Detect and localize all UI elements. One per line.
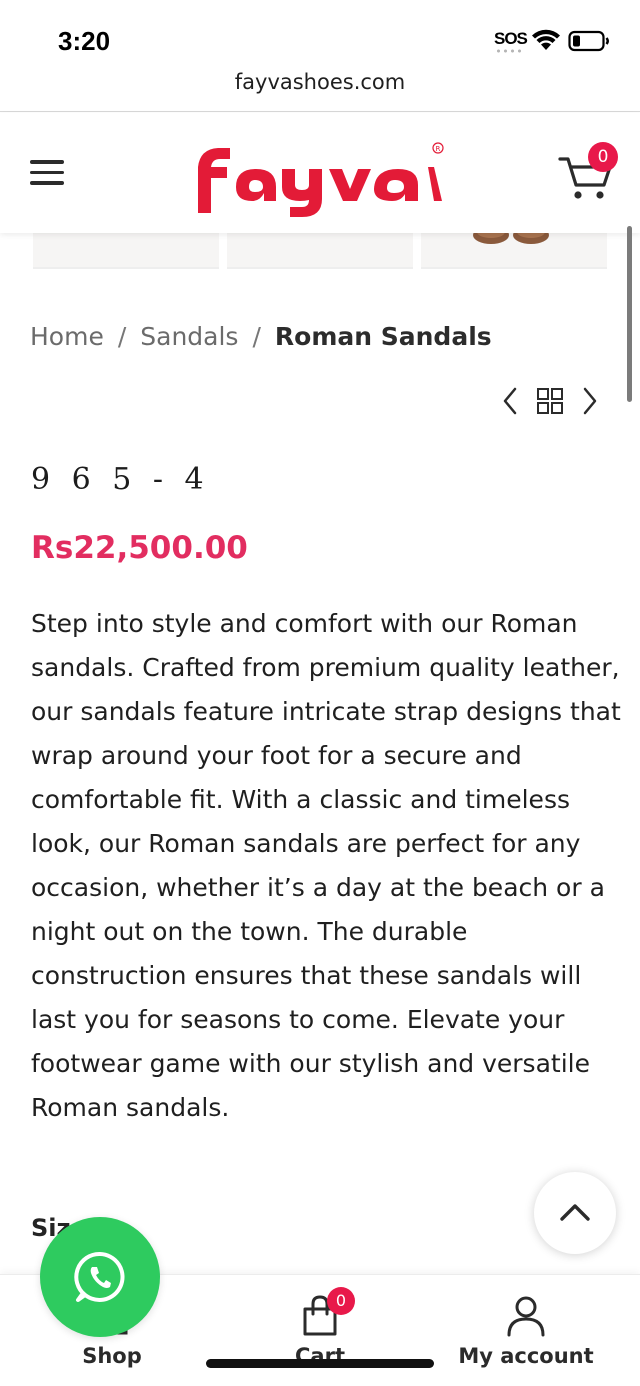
svg-text:R: R xyxy=(436,145,441,153)
battery-icon xyxy=(568,30,609,52)
fayva-logo[interactable]: R xyxy=(192,137,452,217)
address-bar[interactable]: fayvashoes.com xyxy=(0,68,640,112)
bottom-nav-cart[interactable]: 0 Cart xyxy=(220,1275,420,1386)
status-bar: 3:20 SOS xyxy=(0,0,640,70)
product-description: Step into style and comfort with our Rom… xyxy=(31,609,621,1122)
breadcrumb: Home / Sandals / Roman Sandals xyxy=(30,320,492,360)
whatsapp-button[interactable] xyxy=(40,1217,160,1337)
bottom-nav-account-label: My account xyxy=(458,1344,594,1368)
breadcrumb-separator: / xyxy=(117,321,127,351)
home-indicator xyxy=(206,1359,434,1368)
user-icon xyxy=(507,1296,545,1337)
site-header: R xyxy=(0,113,640,233)
breadcrumb-sandals[interactable]: Sandals xyxy=(140,322,238,351)
chevron-up-icon xyxy=(560,1204,590,1221)
product-title: 9 6 5 - 4 xyxy=(31,462,210,497)
breadcrumb-current: Roman Sandals xyxy=(274,321,492,351)
status-sos: SOS xyxy=(494,29,528,48)
status-time: 3:20 xyxy=(58,26,111,56)
previous-product-icon[interactable] xyxy=(500,384,520,418)
wifi-icon xyxy=(532,29,560,50)
breadcrumb-separator: / xyxy=(252,321,261,351)
scrollbar[interactable] xyxy=(627,226,632,402)
scroll-to-top-button[interactable] xyxy=(534,1172,616,1254)
product-price: Rs22,500.00 xyxy=(31,530,248,566)
url-text[interactable]: fayvashoes.com xyxy=(0,70,640,94)
next-product-icon[interactable] xyxy=(580,384,600,418)
bottom-cart-badge: 0 xyxy=(327,1287,355,1315)
signal-dots xyxy=(495,49,523,53)
whatsapp-icon xyxy=(74,1251,125,1302)
bottom-nav-account[interactable]: My account xyxy=(426,1275,626,1386)
bottom-nav-shop-label: Shop xyxy=(82,1344,142,1368)
cart-count-badge: 0 xyxy=(588,142,618,172)
hamburger-menu-icon[interactable] xyxy=(30,160,64,186)
product-navigation xyxy=(496,384,606,418)
breadcrumb-home[interactable]: Home xyxy=(30,322,104,351)
grid-icon[interactable] xyxy=(536,384,564,418)
